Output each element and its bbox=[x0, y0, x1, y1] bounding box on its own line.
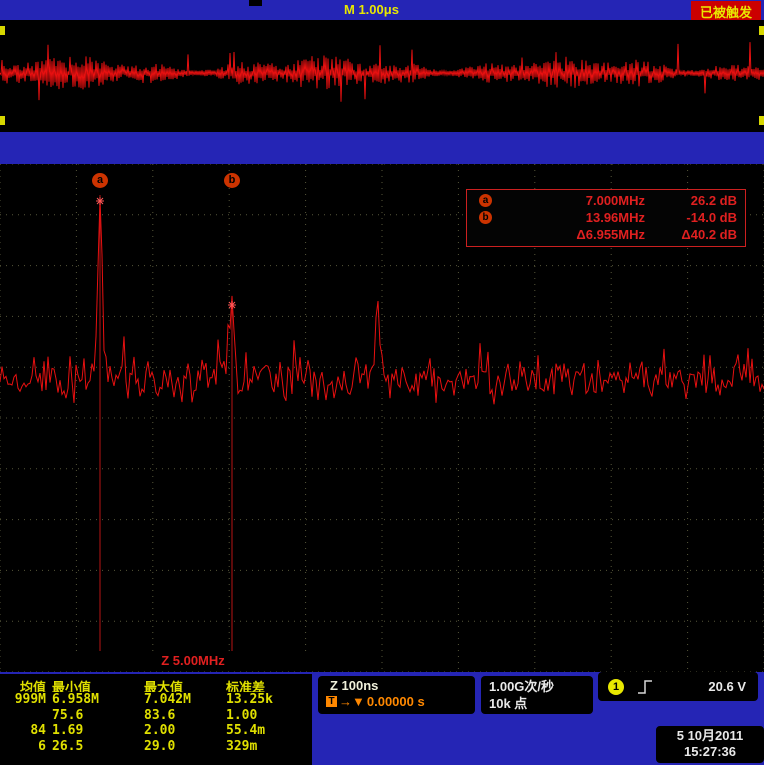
readout-frequency: Δ6.955MHz bbox=[497, 227, 645, 242]
sample-rate-readout: 1.00G次/秒 bbox=[489, 678, 593, 695]
main-timebase-readout: M 1.00μs bbox=[344, 2, 399, 17]
peak-cross-b-icon bbox=[228, 301, 236, 309]
readout-badge-b: b bbox=[479, 211, 492, 224]
trigger-flag-icon: T bbox=[326, 696, 337, 707]
time-domain-window bbox=[0, 20, 764, 132]
stats-header-row: 均值最小值最大值标准差 bbox=[0, 677, 312, 692]
peak-marker-b-badge: b bbox=[224, 173, 240, 188]
fft-window: a b a 7.000MHz26.2 dB b 13.96MHz-14.0 dBΔ6.… bbox=[0, 164, 764, 672]
time-domain-trace bbox=[0, 42, 764, 102]
measurement-stats-table: 均值最小值最大值标准差999M6.958M7.042M13.25k75.683.… bbox=[0, 674, 312, 765]
readout-level: Δ40.2 dB bbox=[645, 227, 745, 242]
trigger-position-value: 0.00000 s bbox=[367, 694, 425, 709]
status-bar: 均值最小值最大值标准差999M6.958M7.042M13.25k75.683.… bbox=[0, 672, 764, 765]
stats-header: 均值 bbox=[0, 677, 46, 692]
stats-header: 最小值 bbox=[52, 677, 138, 692]
readout-badge-a: a bbox=[479, 194, 492, 207]
zoom-bracket-icon bbox=[0, 116, 5, 125]
peak-cross-a-icon bbox=[96, 197, 104, 205]
zoom-timebase-panel: Z 100ns T →▼ 0.00000 s bbox=[318, 676, 475, 714]
readout-row: a 7.000MHz26.2 dB bbox=[467, 192, 745, 209]
channel-1-badge: 1 bbox=[608, 679, 624, 695]
record-length-readout: 10k 点 bbox=[489, 695, 593, 712]
stats-row: 75.683.61.00 bbox=[0, 708, 312, 723]
zoom-bracket-icon bbox=[759, 26, 764, 35]
time-domain-plot bbox=[0, 20, 764, 132]
stats-value bbox=[0, 708, 46, 723]
readout-row: Δ6.955MHzΔ40.2 dB bbox=[467, 226, 745, 243]
stats-header: 最大值 bbox=[144, 677, 220, 692]
readout-level: 26.2 dB bbox=[645, 193, 745, 208]
trigger-arrow-icon: →▼ bbox=[339, 694, 365, 709]
stats-value: 2.00 bbox=[144, 723, 220, 738]
stats-value: 1.00 bbox=[226, 708, 318, 723]
top-bar: M 1.00μs 已被触发 bbox=[0, 0, 764, 20]
stats-value: 83.6 bbox=[144, 708, 220, 723]
zoom-timebase-readout: Z 100ns bbox=[318, 676, 475, 693]
readout-frequency: 13.96MHz bbox=[497, 210, 645, 225]
date-readout: 5 10月2011 bbox=[656, 728, 764, 744]
stats-value: 75.6 bbox=[52, 708, 138, 723]
stats-value: 999M bbox=[0, 692, 46, 707]
stats-value: 29.0 bbox=[144, 739, 220, 754]
oscilloscope-screen: M 1.00μs 已被触发 a b a 7.000MHz26.2 dB b 13.96… bbox=[0, 0, 764, 765]
time-readout: 15:27:36 bbox=[656, 744, 764, 760]
zoom-bracket-icon bbox=[759, 116, 764, 125]
fft-scale-readout: Z 5.00MHz bbox=[75, 652, 311, 669]
datetime-panel: 5 10月2011 15:27:36 bbox=[656, 726, 764, 763]
readout-level: -14.0 dB bbox=[645, 210, 745, 225]
stats-row: 626.529.0329m bbox=[0, 739, 312, 754]
acquisition-panel: 1.00G次/秒 10k 点 bbox=[481, 676, 593, 714]
stats-value: 7.042M bbox=[144, 692, 220, 707]
peak-marker-a-badge: a bbox=[92, 173, 108, 188]
trigger-level-readout: 20.6 V bbox=[708, 679, 758, 694]
top-notch bbox=[249, 0, 262, 6]
trigger-status-badge: 已被触发 bbox=[691, 1, 761, 22]
stats-value: 55.4m bbox=[226, 723, 318, 738]
rising-edge-icon bbox=[636, 678, 654, 696]
stats-value: 1.69 bbox=[52, 723, 138, 738]
stats-value: 84 bbox=[0, 723, 46, 738]
trigger-info-panel: 1 20.6 V bbox=[598, 672, 758, 701]
readout-row: b 13.96MHz-14.0 dB bbox=[467, 209, 745, 226]
stats-header: 标准差 bbox=[226, 677, 318, 692]
stats-row: 999M6.958M7.042M13.25k bbox=[0, 692, 312, 707]
stats-value: 6 bbox=[0, 739, 46, 754]
cursor-readout-box: a 7.000MHz26.2 dB b 13.96MHz-14.0 dBΔ6.955M… bbox=[466, 189, 746, 247]
stats-value: 6.958M bbox=[52, 692, 138, 707]
stats-value: 26.5 bbox=[52, 739, 138, 754]
stats-row: 841.692.0055.4m bbox=[0, 723, 312, 738]
stats-value: 13.25k bbox=[226, 692, 318, 707]
trigger-position-readout: T →▼ 0.00000 s bbox=[318, 694, 475, 709]
readout-frequency: 7.000MHz bbox=[497, 193, 645, 208]
zoom-bracket-icon bbox=[0, 26, 5, 35]
stats-value: 329m bbox=[226, 739, 318, 754]
